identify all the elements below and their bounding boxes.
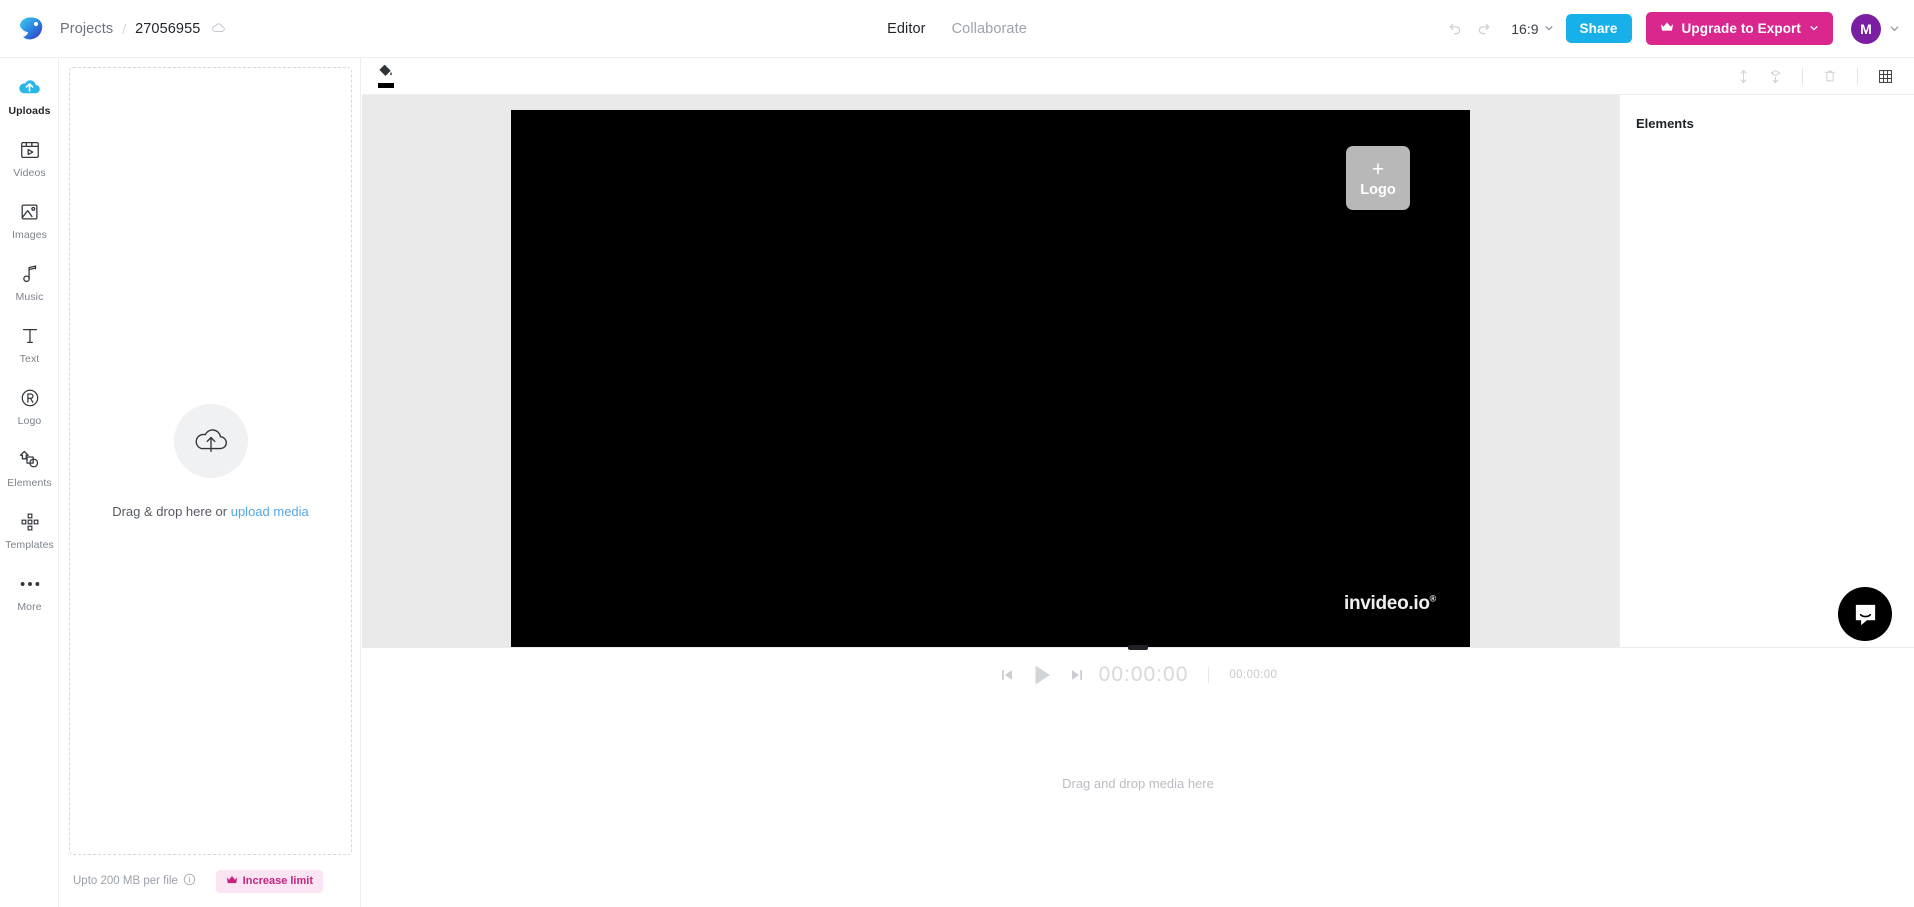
aspect-ratio-value: 16:9 bbox=[1511, 20, 1539, 37]
file-size-limit-text: Upto 200 MB per file bbox=[73, 875, 178, 887]
uploads-panel: Drag & drop here or upload media Upto 20… bbox=[59, 58, 361, 907]
sidebar-label-templates: Templates bbox=[5, 539, 54, 551]
dropzone-prefix: Drag & drop here or bbox=[112, 503, 231, 519]
time-divider bbox=[1208, 667, 1210, 683]
skip-next-icon[interactable] bbox=[1069, 667, 1085, 683]
sidebar-item-text[interactable]: Text bbox=[0, 316, 59, 370]
play-icon[interactable] bbox=[1029, 662, 1055, 688]
sidebar-label-images: Images bbox=[11, 229, 48, 241]
current-time: 00:00:00 bbox=[1098, 663, 1189, 686]
sidebar-label-logo: Logo bbox=[17, 415, 42, 427]
upload-dropzone[interactable]: Drag & drop here or upload media bbox=[69, 67, 352, 855]
bring-forward-icon[interactable] bbox=[1728, 61, 1758, 91]
timeline-track-area[interactable]: Drag and drop media here bbox=[362, 702, 1914, 907]
sidebar-label-music: Music bbox=[15, 291, 44, 303]
share-button[interactable]: Share bbox=[1565, 13, 1632, 44]
top-bar-actions: 16:9 Share Upgrade to Export M bbox=[1439, 12, 1914, 45]
toolbar-divider-2 bbox=[1857, 67, 1858, 85]
fill-color-tool[interactable] bbox=[378, 64, 394, 88]
sidebar-item-templates[interactable]: Templates bbox=[0, 502, 59, 556]
total-duration: 00:00:00 bbox=[1229, 669, 1278, 681]
toolbar-divider-1 bbox=[1802, 67, 1803, 85]
redo-icon[interactable] bbox=[1469, 14, 1499, 44]
grid-layout-icon[interactable] bbox=[1870, 61, 1900, 91]
sidebar-label-more: More bbox=[17, 601, 42, 613]
avatar[interactable]: M bbox=[1851, 13, 1881, 44]
tab-editor[interactable]: Editor bbox=[887, 21, 925, 37]
upgrade-label: Upgrade to Export bbox=[1681, 21, 1801, 36]
skip-previous-icon[interactable] bbox=[999, 667, 1015, 683]
templates-grid-icon bbox=[19, 509, 41, 534]
logo-placeholder[interactable]: + Logo bbox=[1346, 146, 1410, 210]
music-note-icon bbox=[19, 261, 41, 286]
delete-icon[interactable] bbox=[1815, 61, 1845, 91]
sidebar-label-elements: Elements bbox=[7, 477, 52, 489]
canvas-stage: + Logo invideo.io® bbox=[362, 95, 1619, 647]
increase-limit-label: Increase limit bbox=[242, 875, 313, 887]
chevron-down-icon bbox=[1809, 21, 1819, 36]
cloud-upload-icon bbox=[17, 75, 42, 100]
file-size-limit-note: Upto 200 MB per file bbox=[73, 873, 196, 889]
canvas-toolbar bbox=[362, 58, 1914, 95]
sidebar-item-elements[interactable]: Elements bbox=[0, 440, 59, 494]
aspect-ratio-selector[interactable]: 16:9 bbox=[1511, 20, 1553, 38]
top-bar: Projects / 27056955 Editor Collaborate 1… bbox=[0, 0, 1914, 58]
crown-icon bbox=[1660, 21, 1674, 36]
sidebar-item-more[interactable]: More bbox=[0, 564, 59, 618]
invideo-watermark: invideo.io® bbox=[1344, 593, 1436, 615]
breadcrumb-projects-link[interactable]: Projects bbox=[60, 21, 113, 37]
cloud-upload-outline-icon bbox=[173, 403, 248, 478]
info-circle-icon[interactable] bbox=[183, 873, 196, 889]
sidebar-item-music[interactable]: Music bbox=[0, 254, 59, 308]
crown-icon bbox=[226, 875, 238, 888]
tab-collaborate[interactable]: Collaborate bbox=[952, 21, 1027, 37]
image-icon bbox=[19, 199, 41, 224]
left-sidebar: Uploads Videos Images Music Text Logo El… bbox=[0, 58, 59, 907]
upload-media-link[interactable]: upload media bbox=[231, 504, 309, 519]
account-chevron-down-icon[interactable] bbox=[1889, 23, 1900, 34]
send-backward-icon[interactable] bbox=[1760, 61, 1790, 91]
sidebar-label-uploads: Uploads bbox=[8, 105, 51, 117]
breadcrumb-separator: / bbox=[122, 20, 127, 37]
paint-bucket-icon bbox=[379, 64, 393, 82]
registered-r-icon bbox=[19, 385, 41, 410]
project-name[interactable]: 27056955 bbox=[135, 21, 200, 37]
invideo-bird-logo[interactable] bbox=[14, 12, 48, 46]
sidebar-item-logo[interactable]: Logo bbox=[0, 378, 59, 432]
elements-properties-panel: Elements bbox=[1619, 95, 1914, 647]
sidebar-item-uploads[interactable]: Uploads bbox=[0, 68, 59, 122]
uploads-panel-footer: Upto 200 MB per file Increase limit bbox=[59, 855, 361, 907]
player-controls-bar: 00:00:00 00:00:00 bbox=[362, 645, 1914, 702]
chevron-down-icon bbox=[1544, 20, 1554, 38]
text-t-icon bbox=[19, 323, 41, 348]
watermark-text: invideo.io bbox=[1343, 593, 1430, 614]
sidebar-item-videos[interactable]: Videos bbox=[0, 130, 59, 184]
timeline-resize-handle[interactable] bbox=[1128, 645, 1148, 650]
increase-limit-button[interactable]: Increase limit bbox=[215, 869, 323, 893]
canvas-toolbar-actions bbox=[1728, 61, 1914, 91]
video-preview-frame[interactable]: + Logo invideo.io® bbox=[511, 110, 1470, 647]
timeline-empty-hint: Drag and drop media here bbox=[1062, 776, 1214, 791]
sidebar-label-videos: Videos bbox=[13, 167, 46, 179]
watermark-registered-mark: ® bbox=[1429, 593, 1437, 604]
shapes-icon bbox=[18, 447, 41, 472]
elements-panel-title: Elements bbox=[1636, 116, 1694, 131]
fill-color-swatch[interactable] bbox=[378, 83, 394, 88]
intercom-chat-icon[interactable] bbox=[1838, 587, 1892, 641]
ellipsis-icon bbox=[18, 571, 42, 596]
sidebar-item-images[interactable]: Images bbox=[0, 192, 59, 246]
plus-icon: + bbox=[1371, 157, 1385, 181]
cloud-sync-icon bbox=[211, 21, 226, 36]
video-clip-icon bbox=[19, 137, 41, 162]
upgrade-to-export-button[interactable]: Upgrade to Export bbox=[1645, 12, 1833, 45]
logo-placeholder-label: Logo bbox=[1360, 181, 1396, 198]
sidebar-label-text: Text bbox=[19, 353, 40, 365]
dropzone-text: Drag & drop here or upload media bbox=[112, 504, 309, 519]
breadcrumb: Projects / 27056955 bbox=[60, 21, 226, 37]
undo-icon[interactable] bbox=[1439, 14, 1469, 44]
